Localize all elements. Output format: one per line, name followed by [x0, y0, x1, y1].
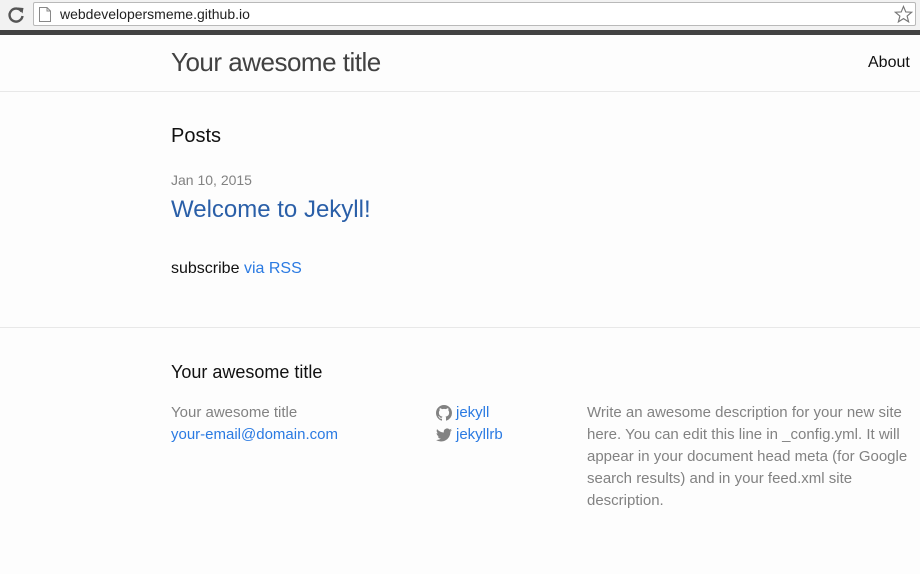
footer-heading: Your awesome title [171, 362, 323, 382]
github-username[interactable]: jekyll [456, 402, 489, 424]
star-icon[interactable] [893, 4, 914, 24]
footer-email-link[interactable]: your-email@domain.com [171, 424, 338, 446]
rss-link[interactable]: via RSS [244, 260, 302, 277]
site-title[interactable]: Your awesome title [171, 47, 381, 78]
address-bar[interactable]: webdevelopersmeme.github.io [33, 2, 916, 26]
github-icon [436, 405, 452, 421]
twitter-icon [436, 428, 452, 442]
github-link[interactable]: jekyll [436, 402, 503, 424]
footer-contact: Your awesome title your-email@domain.com [171, 402, 338, 446]
nav-link-about[interactable]: About [868, 54, 910, 72]
posts-heading: Posts [171, 125, 222, 147]
browser-toolbar: webdevelopersmeme.github.io [0, 0, 920, 30]
reload-icon[interactable] [6, 5, 26, 25]
twitter-link[interactable]: jekyllrb [436, 424, 503, 446]
url-text[interactable]: webdevelopersmeme.github.io [60, 6, 250, 22]
site-header: Your awesome title About [0, 35, 920, 92]
footer-social: jekyll jekyllrb [436, 402, 503, 446]
footer-site-name: Your awesome title [171, 404, 298, 421]
page-icon [39, 7, 51, 22]
post-title-link[interactable]: Welcome to Jekyll! [171, 196, 371, 224]
rss-prefix: subscribe [171, 260, 240, 277]
rss-subscribe: subscribe via RSS [171, 260, 302, 278]
twitter-username[interactable]: jekyllrb [456, 424, 503, 446]
site-footer: Your awesome title Your awesome title yo… [0, 327, 920, 574]
site-description: Write an awesome description for your ne… [587, 404, 908, 509]
post-date: Jan 10, 2015 [171, 172, 252, 188]
